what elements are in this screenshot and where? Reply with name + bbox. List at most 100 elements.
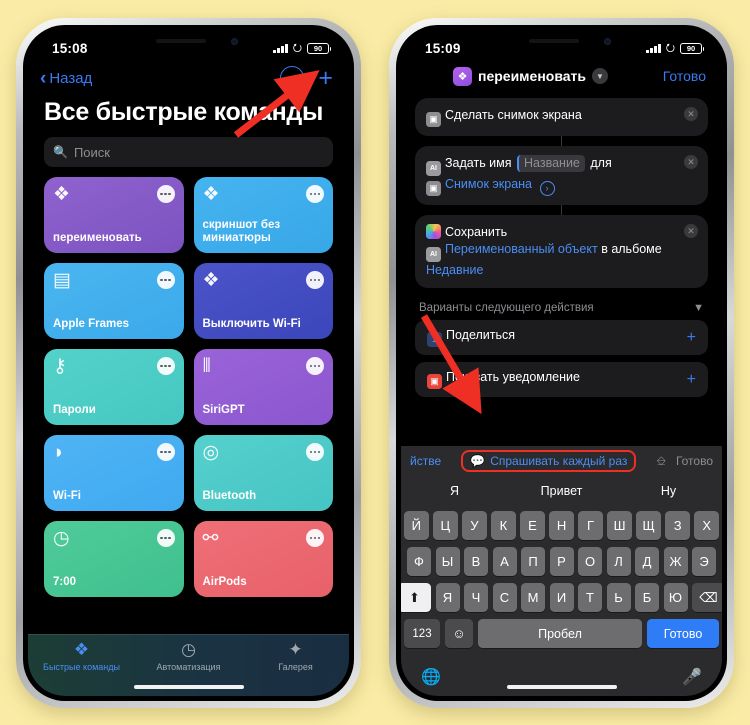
- space-key[interactable]: Пробел: [478, 619, 642, 648]
- emoji-icon[interactable]: ☺: [445, 619, 473, 648]
- tile-more-button[interactable]: [306, 185, 324, 203]
- key-Д[interactable]: Д: [635, 547, 659, 576]
- key-С[interactable]: С: [492, 583, 517, 612]
- album-token[interactable]: Недавние: [426, 263, 483, 277]
- action-card-screenshot[interactable]: ▣ Сделать снимок экрана ✕: [415, 98, 708, 136]
- prediction-candidate[interactable]: Привет: [508, 484, 615, 498]
- microphone-icon[interactable]: 🎤: [682, 667, 702, 687]
- close-icon[interactable]: ✕: [684, 224, 698, 238]
- key-Е[interactable]: Е: [520, 511, 545, 540]
- shortcut-tile[interactable]: ◗ Wi-Fi: [44, 435, 184, 511]
- chevron-down-icon[interactable]: ▼: [693, 302, 704, 314]
- accessory-left-text[interactable]: йстве: [410, 454, 441, 468]
- key-М[interactable]: М: [521, 583, 545, 612]
- tile-more-button[interactable]: [306, 529, 324, 547]
- close-icon[interactable]: ✕: [684, 107, 698, 121]
- keyboard-bottom-bar: 🌐 🎤: [401, 658, 722, 696]
- tile-more-button[interactable]: [156, 271, 175, 289]
- plus-icon[interactable]: +: [318, 66, 333, 91]
- shortcuts-icon: ❖: [453, 66, 472, 86]
- suggestion-row[interactable]: ↥ Поделиться +: [415, 320, 708, 355]
- front-camera: [603, 38, 611, 45]
- shortcut-tile[interactable]: ▤ Apple Frames: [44, 263, 184, 339]
- shortcut-tile[interactable]: ⚯ AirPods: [193, 521, 333, 597]
- keyboard-icon[interactable]: ⎒: [656, 454, 665, 469]
- chevron-right-circle-icon[interactable]: ›: [539, 181, 555, 196]
- next-action-section-header[interactable]: Варианты следующего действия ▼: [401, 288, 722, 320]
- globe-icon[interactable]: 🌐: [421, 667, 441, 687]
- action-card-save[interactable]: Сохранить AI Переименованный объект в аль…: [415, 215, 708, 288]
- tab-1[interactable]: ❖ Быстрые команды: [28, 641, 135, 673]
- key-У[interactable]: У: [462, 511, 487, 540]
- search-field[interactable]: 🔍 Поиск: [44, 137, 333, 167]
- cellular-signal-icon: [646, 43, 661, 53]
- shortcut-tile[interactable]: ◷ 7:00: [44, 521, 184, 597]
- shortcut-tile[interactable]: ⦀ SiriGPT: [193, 349, 333, 425]
- prediction-candidate[interactable]: Ну: [615, 484, 722, 498]
- back-button[interactable]: ‹ Назад: [40, 69, 92, 88]
- key-Б[interactable]: Б: [635, 583, 659, 612]
- action-sub-link[interactable]: Снимок экрана: [445, 177, 532, 191]
- tab-2[interactable]: ◷ Автоматизация: [135, 641, 242, 673]
- shortcut-tile[interactable]: ❖ скриншот без миниатюры: [193, 177, 333, 253]
- tile-more-button[interactable]: [156, 529, 175, 547]
- key-Р[interactable]: Р: [549, 547, 574, 576]
- key-Ц[interactable]: Ц: [433, 511, 458, 540]
- accessory-done-button[interactable]: Готово: [676, 454, 713, 468]
- action-connector: [560, 136, 563, 146]
- ask-each-time-chip[interactable]: 💬 Спрашивать каждый раз: [461, 450, 637, 472]
- key-Й[interactable]: Й: [404, 511, 429, 540]
- tile-more-button[interactable]: [156, 185, 175, 203]
- key-Л[interactable]: Л: [606, 547, 631, 576]
- key-Н[interactable]: Н: [549, 511, 574, 540]
- shortcut-tile[interactable]: ❖ переименовать: [44, 177, 184, 253]
- backspace-key[interactable]: ⌫: [692, 583, 722, 612]
- name-field-token[interactable]: Название: [517, 155, 585, 172]
- key-А[interactable]: А: [492, 547, 517, 576]
- plus-icon[interactable]: +: [687, 371, 696, 387]
- key-О[interactable]: О: [578, 547, 602, 576]
- tab-3[interactable]: ✦ Галерея: [242, 641, 349, 673]
- save-token[interactable]: Переименованный объект: [445, 242, 598, 256]
- shortcut-title-group[interactable]: ❖ переименовать ▼: [453, 66, 609, 86]
- shift-key[interactable]: ⬆: [401, 583, 431, 612]
- shortcut-tile[interactable]: ❖ Выключить Wi-Fi: [193, 263, 333, 339]
- key-З[interactable]: З: [665, 511, 690, 540]
- numbers-key[interactable]: 123: [404, 619, 440, 648]
- key-Х[interactable]: Х: [694, 511, 720, 540]
- key-Т[interactable]: Т: [578, 583, 602, 612]
- key-Я[interactable]: Я: [435, 583, 460, 612]
- key-Щ[interactable]: Щ: [636, 511, 661, 540]
- key-Э[interactable]: Э: [692, 547, 716, 576]
- go-key[interactable]: Готово: [647, 619, 719, 648]
- search-placeholder: Поиск: [73, 144, 110, 160]
- plus-icon[interactable]: +: [687, 329, 696, 345]
- key-В[interactable]: В: [464, 547, 488, 576]
- chevron-down-icon[interactable]: ▼: [592, 68, 609, 84]
- tile-more-button[interactable]: [306, 357, 324, 375]
- ellipsis-circle-icon[interactable]: [280, 66, 305, 90]
- save-text-mid: в альбоме: [601, 242, 662, 256]
- key-Г[interactable]: Г: [578, 511, 603, 540]
- tile-more-button[interactable]: [306, 271, 324, 289]
- suggestion-row[interactable]: ▣ Показать уведомление +: [415, 362, 708, 397]
- key-Ь[interactable]: Ь: [606, 583, 631, 612]
- done-button[interactable]: Готово: [663, 68, 706, 84]
- tile-more-button[interactable]: [156, 443, 175, 461]
- key-И[interactable]: И: [549, 583, 574, 612]
- key-Ж[interactable]: Ж: [663, 547, 688, 576]
- shortcut-tile[interactable]: ⚷ Пароли: [44, 349, 184, 425]
- close-icon[interactable]: ✕: [684, 155, 698, 169]
- shortcut-tile[interactable]: ◎ Bluetooth: [193, 435, 333, 511]
- key-Ф[interactable]: Ф: [407, 547, 431, 576]
- key-П[interactable]: П: [521, 547, 545, 576]
- key-К[interactable]: К: [491, 511, 516, 540]
- tile-more-button[interactable]: [156, 357, 175, 375]
- key-Ш[interactable]: Ш: [607, 511, 632, 540]
- action-card-set-name[interactable]: AI Задать имя Название для ▣ Снимок экрана…: [415, 146, 708, 205]
- key-Ы[interactable]: Ы: [435, 547, 460, 576]
- prediction-candidate[interactable]: Я: [401, 484, 508, 498]
- key-Ю[interactable]: Ю: [663, 583, 688, 612]
- key-Ч[interactable]: Ч: [464, 583, 488, 612]
- tile-more-button[interactable]: [306, 443, 324, 461]
